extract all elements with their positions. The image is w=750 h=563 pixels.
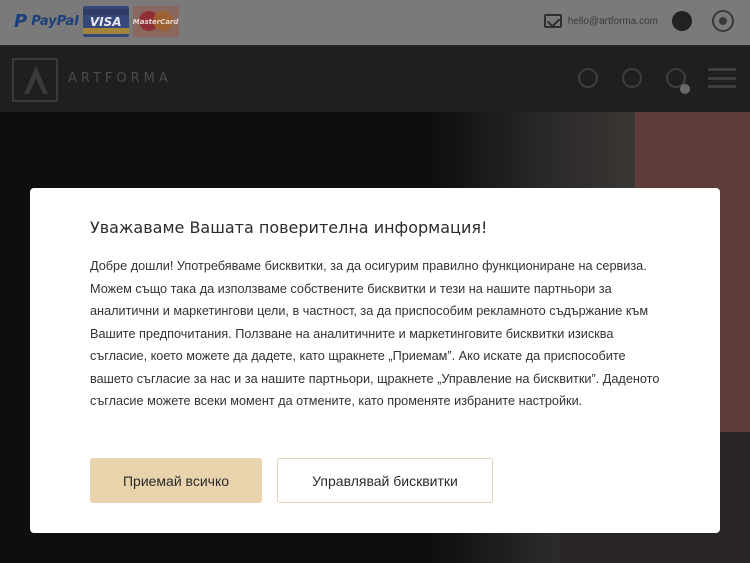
language-icon[interactable] bbox=[672, 11, 692, 31]
visa-logo: VISA bbox=[82, 6, 129, 37]
nav-icons bbox=[554, 68, 736, 94]
cookie-consent-modal: Уважаваме Вашата поверителна информация!… bbox=[30, 188, 720, 533]
cart-icon[interactable] bbox=[666, 68, 690, 94]
user-icon[interactable] bbox=[578, 68, 598, 88]
mastercard-logo: MasterCard bbox=[132, 6, 179, 37]
paypal-mark: P bbox=[14, 11, 28, 32]
menu-icon[interactable] bbox=[708, 68, 736, 88]
whatsapp-icon[interactable] bbox=[712, 10, 734, 32]
brand-name[interactable]: ARTFORMA bbox=[68, 71, 172, 86]
cookie-modal-text: Добре дошли! Употребяваме бисквитки, за … bbox=[90, 259, 660, 408]
contact-area: hello@artforma.com bbox=[543, 10, 750, 32]
top-bar: P PayPal VISA MasterCard hello@artforma.… bbox=[0, 0, 750, 45]
brand-logo[interactable] bbox=[12, 58, 58, 102]
payment-logos: P PayPal VISA MasterCard bbox=[14, 6, 179, 37]
contact-email[interactable]: hello@artforma.com bbox=[568, 16, 658, 27]
cookie-button-row: Приемай всичко Управлявай бисквитки bbox=[90, 458, 493, 503]
mastercard-label: MasterCard bbox=[132, 18, 179, 26]
paypal-logo: P PayPal bbox=[14, 11, 79, 32]
heart-icon[interactable] bbox=[622, 68, 642, 88]
accept-all-button[interactable]: Приемай всичко bbox=[90, 458, 262, 503]
manage-cookies-button[interactable]: Управлявай бисквитки bbox=[277, 458, 493, 503]
visa-label: VISA bbox=[89, 15, 122, 29]
main-navbar: ARTFORMA bbox=[0, 45, 750, 112]
paypal-label: PayPal bbox=[31, 14, 79, 29]
mail-icon[interactable] bbox=[543, 14, 562, 28]
cookie-modal-title: Уважаваме Вашата поверителна информация! bbox=[90, 218, 488, 237]
